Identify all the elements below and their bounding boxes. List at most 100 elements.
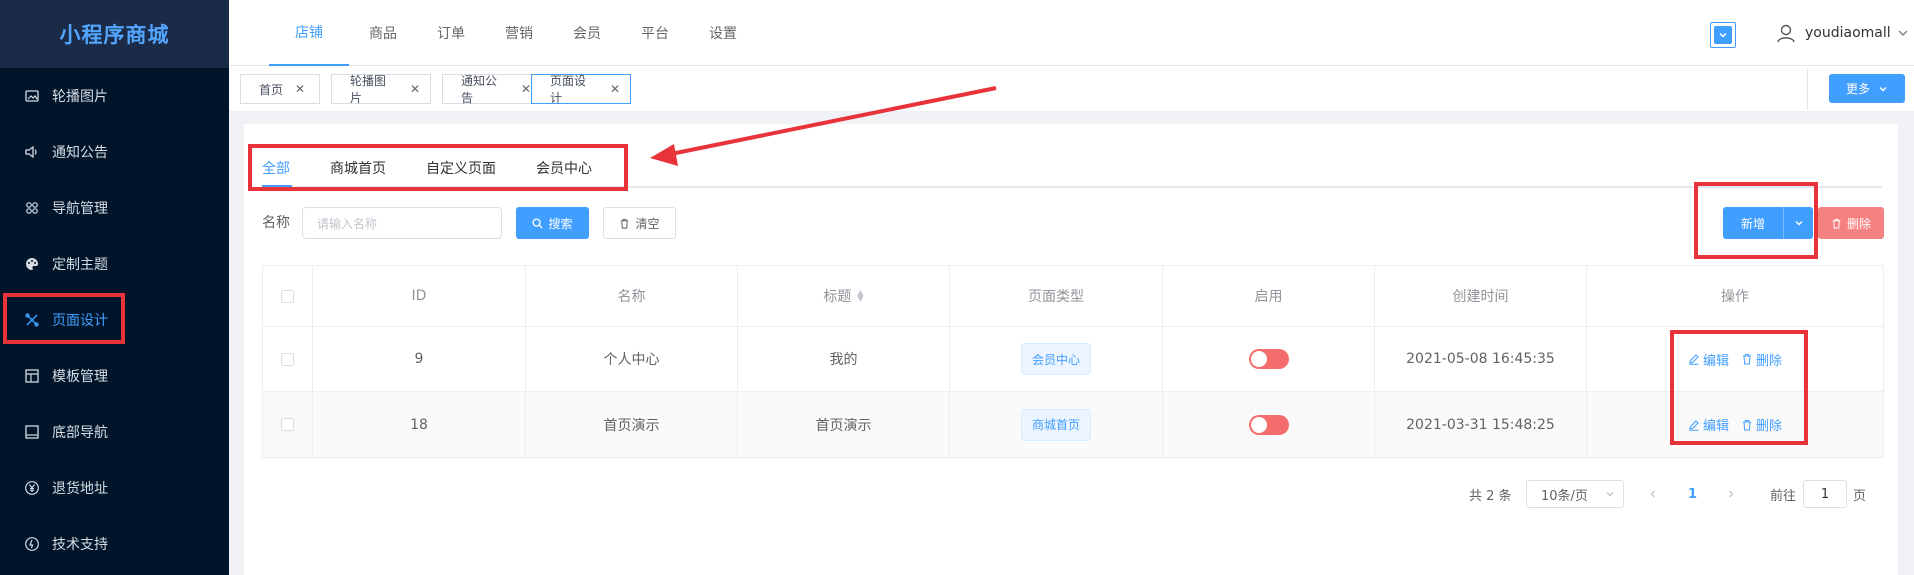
row-checkbox[interactable]: [281, 418, 294, 431]
cell-name: 首页演示: [526, 392, 738, 457]
cell-created: 2021-05-08 16:45:35: [1375, 327, 1587, 391]
header-page-type: 页面类型: [950, 266, 1163, 326]
header-name: 名称: [526, 266, 738, 326]
cell-type: 会员中心: [950, 327, 1163, 391]
header-title-label: 标题: [823, 289, 852, 305]
user-menu[interactable]: youdiaomall: [1775, 0, 1914, 66]
sidebar-item-bottom-nav[interactable]: 底部导航: [0, 404, 229, 460]
sort-icon[interactable]: ▲ ▼: [857, 289, 863, 303]
page-number-current[interactable]: 1: [1688, 480, 1697, 508]
close-icon[interactable]: ✕: [610, 82, 620, 96]
top-nav-platform[interactable]: 平台: [621, 0, 689, 66]
image-icon: [24, 88, 40, 104]
sidebar-item-carousel[interactable]: 轮播图片: [0, 68, 229, 124]
table-row: 9 个人中心 我的 会员中心 2021-05-08 16:45:35 编辑 删除: [263, 327, 1883, 392]
sidebar-item-label: 导航管理: [52, 201, 108, 217]
row-checkbox-cell: [263, 392, 313, 457]
close-icon[interactable]: ✕: [521, 82, 531, 96]
sidebar-item-theme[interactable]: 定制主题: [0, 236, 229, 292]
sidebar-item-label: 底部导航: [52, 425, 108, 441]
clear-button[interactable]: 清空: [603, 207, 676, 239]
sidebar-item-template[interactable]: 模板管理: [0, 348, 229, 404]
goto-label: 前往: [1770, 488, 1797, 504]
delete-label: 删除: [1846, 216, 1871, 231]
chevron-down-icon: [1898, 30, 1908, 36]
palette-icon: [24, 256, 40, 272]
sidebar-item-navigation[interactable]: 导航管理: [0, 180, 229, 236]
tag-home[interactable]: 首页 ✕: [240, 74, 320, 104]
page-type-tag: 商城首页: [1020, 408, 1091, 441]
yen-icon: [24, 480, 40, 496]
username: youdiaomall: [1805, 25, 1891, 41]
tags-bar: 首页 ✕ 轮播图片 ✕ 通知公告 ✕ 页面设计 ✕ 更多: [229, 66, 1914, 112]
chevron-left-icon: [1650, 490, 1655, 498]
grid-icon: [24, 200, 40, 216]
top-nav-marketing[interactable]: 营销: [485, 0, 553, 66]
page-size-select[interactable]: 10条/页: [1526, 480, 1624, 508]
speaker-icon: [24, 144, 40, 160]
support-icon: [24, 536, 40, 552]
sidebar-item-notice[interactable]: 通知公告: [0, 124, 229, 180]
close-icon[interactable]: ✕: [295, 82, 305, 96]
prev-page-button[interactable]: [1648, 480, 1658, 508]
sidebar-item-label: 技术支持: [52, 537, 108, 553]
sidebar-item-label: 通知公告: [52, 145, 108, 161]
top-nav-members[interactable]: 会员: [553, 0, 621, 66]
tag-carousel[interactable]: 轮播图片 ✕: [331, 74, 431, 105]
top-nav: 店铺 商品 订单 营销 会员 平台 设置: [229, 0, 757, 66]
select-all-checkbox[interactable]: [281, 289, 294, 303]
cell-type: 商城首页: [950, 392, 1163, 457]
page-size-value: 10条/页: [1541, 488, 1588, 504]
header-title[interactable]: 标题 ▲ ▼: [738, 266, 950, 326]
tag-page-design[interactable]: 页面设计 ✕: [531, 74, 631, 105]
row-checkbox-cell: [263, 327, 313, 391]
sidebar-item-label: 轮播图片: [52, 89, 108, 105]
top-nav-settings[interactable]: 设置: [689, 0, 757, 66]
chevron-right-icon: [1729, 490, 1734, 498]
more-label: 更多: [1845, 82, 1870, 96]
user-icon: [1777, 24, 1795, 43]
annotation-box-add: [1694, 182, 1818, 259]
cell-id: 9: [313, 327, 526, 391]
search-button[interactable]: 搜索: [516, 207, 589, 239]
header-actions: 操作: [1721, 289, 1749, 305]
top-nav-shop[interactable]: 店铺: [269, 0, 349, 66]
annotation-box-actions: [1670, 330, 1808, 445]
top-nav-goods[interactable]: 商品: [349, 0, 417, 66]
close-icon[interactable]: ✕: [410, 82, 420, 96]
name-filter-label: 名称: [262, 215, 290, 231]
header-enabled: 启用: [1163, 266, 1375, 326]
header-created: 创建时间: [1375, 266, 1587, 326]
tag-notice[interactable]: 通知公告 ✕: [442, 74, 542, 105]
more-button[interactable]: 更多: [1829, 74, 1905, 103]
template-icon: [24, 368, 40, 384]
clear-label: 清空: [635, 216, 660, 231]
chevron-down-icon: [1714, 26, 1732, 44]
annotation-box-sidebar: [3, 293, 125, 344]
bottom-nav-icon: [24, 424, 40, 440]
dropdown-toggle-button[interactable]: [1710, 22, 1736, 48]
sidebar-item-label: 模板管理: [52, 369, 108, 385]
goto-page-input[interactable]: 1: [1803, 480, 1847, 508]
search-label: 搜索: [548, 216, 573, 231]
enable-switch[interactable]: [1248, 414, 1289, 435]
divider: [1807, 68, 1808, 110]
chevron-down-icon: [1879, 86, 1887, 91]
sidebar-item-support[interactable]: 技术支持: [0, 516, 229, 572]
cell-enabled: [1163, 392, 1375, 457]
page-unit-label: 页: [1853, 488, 1867, 504]
header-id: ID: [313, 266, 526, 326]
name-search-input[interactable]: 请输入名称: [302, 207, 502, 239]
batch-delete-button[interactable]: 删除: [1818, 207, 1884, 239]
enable-switch[interactable]: [1248, 349, 1289, 369]
tag-label: 通知公告: [461, 74, 498, 105]
pages-table: ID 名称 标题 ▲ ▼ 页面类型 启用 创建时间 操作 9 个人中心 我的 会员中…: [262, 265, 1884, 458]
trash-icon: [1832, 218, 1841, 229]
top-nav-orders[interactable]: 订单: [417, 0, 485, 66]
row-checkbox[interactable]: [281, 352, 294, 366]
cell-title: 我的: [738, 327, 950, 391]
sidebar-item-return-address[interactable]: 退货地址: [0, 460, 229, 516]
next-page-button[interactable]: [1726, 480, 1736, 508]
tag-label: 轮播图片: [350, 74, 387, 105]
cell-name: 个人中心: [526, 327, 738, 391]
